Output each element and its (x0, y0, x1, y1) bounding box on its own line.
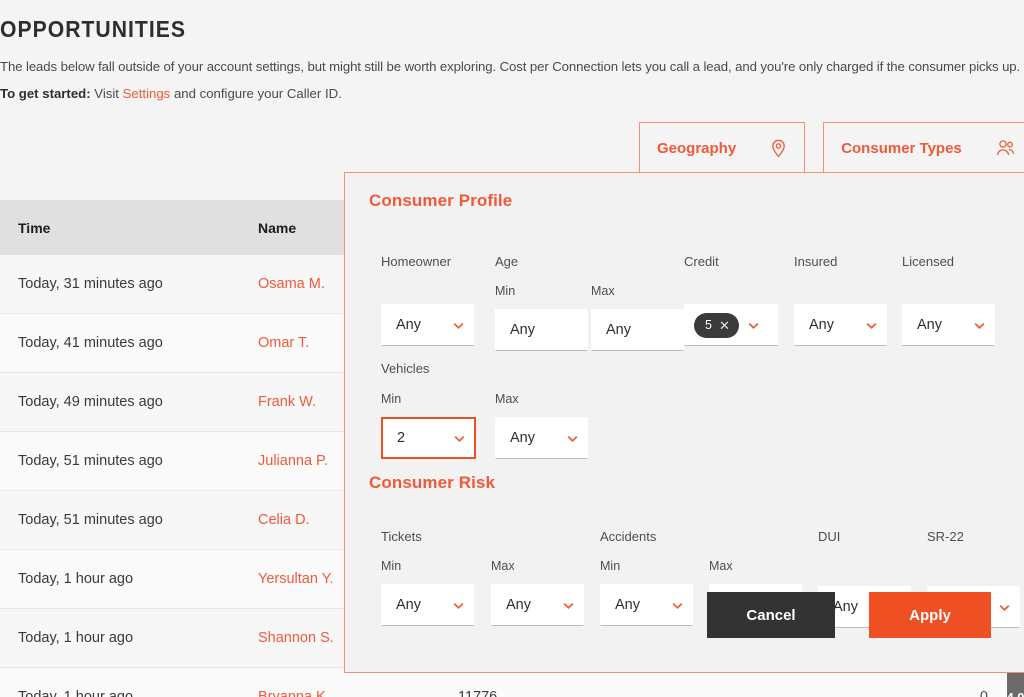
insured-value: Any (809, 317, 834, 333)
age-max-value: Any (606, 322, 631, 338)
field-licensed: Licensed Any (902, 254, 995, 346)
get-started-post: and configure your Caller ID. (170, 86, 342, 101)
get-started-line: To get started: Visit Settings and confi… (0, 85, 1024, 103)
age-min-value: Any (510, 322, 535, 338)
field-vehicles-min-label: Min (381, 392, 402, 406)
page-title: OPPORTUNITIES (0, 16, 186, 42)
field-vehicles: Vehicles (381, 361, 429, 376)
chevron-down-icon (866, 322, 877, 329)
field-age-min: Min Any (495, 284, 588, 351)
insured-select[interactable]: Any (794, 304, 887, 346)
field-licensed-label: Licensed (902, 254, 955, 269)
tab-consumer-types-label: Consumer Types (841, 139, 962, 157)
chevron-down-icon (567, 435, 578, 442)
licensed-value: Any (917, 317, 942, 333)
field-tickets-max-label: Max (491, 559, 515, 573)
settings-link[interactable]: Settings (123, 86, 171, 101)
field-insured-label: Insured (794, 254, 838, 269)
field-accidents-label: Accidents (600, 529, 657, 544)
field-age-max-label: Max (591, 284, 615, 298)
field-vehicles-min: Min 2 (381, 392, 476, 459)
vehicles-max-value: Any (510, 430, 535, 446)
page-header: OPPORTUNITIES The leads below fall outsi… (0, 0, 1024, 103)
consumer-risk-title: Consumer Risk (369, 473, 496, 492)
field-accidents-min-label: Min (600, 559, 621, 573)
cell-name[interactable]: Bryanna K. (258, 689, 458, 697)
field-dui-label: DUI (818, 529, 841, 544)
cell-time: Today, 41 minutes ago (18, 335, 163, 351)
cell-time: Today, 51 minutes ago (18, 453, 163, 469)
cell-time: Today, 31 minutes ago (18, 276, 163, 292)
opportunities-page: OPPORTUNITIES The leads below fall outsi… (0, 0, 1024, 697)
chevron-down-icon (454, 435, 465, 442)
filter-tabs: Geography Consumer Types (639, 122, 1024, 174)
apply-button[interactable]: Apply (869, 592, 991, 638)
field-credit-label: Credit (684, 254, 719, 269)
vehicles-min-value: 2 (397, 430, 406, 446)
page-description: The leads below fall outside of your acc… (0, 59, 1024, 74)
cancel-button[interactable]: Cancel (707, 592, 835, 638)
chevron-down-icon (974, 322, 985, 329)
homeowner-select[interactable]: Any (381, 304, 474, 346)
tab-geography-label: Geography (657, 139, 737, 157)
cell-time: Today, 1 hour ago (18, 630, 134, 646)
tab-consumer-types[interactable]: Consumer Types (823, 122, 1024, 174)
homeowner-value: Any (396, 317, 421, 333)
field-vehicles-max-label: Max (495, 392, 519, 406)
field-age-label: Age (495, 254, 519, 269)
vehicles-min-select[interactable]: 2 (381, 417, 476, 459)
cell-time: Today, 1 hour ago (18, 571, 134, 587)
filter-modal: Consumer Profile Homeowner Any Age Min A… (344, 172, 1024, 673)
field-vehicles-max: Max Any (495, 392, 588, 459)
credit-chip-remove-icon[interactable]: ✕ (719, 319, 730, 332)
credit-chip: 5 ✕ (694, 312, 739, 338)
people-icon (996, 139, 1015, 157)
field-sr22-label: SR-22 (927, 529, 964, 544)
field-age-max: Max Any (591, 284, 684, 351)
cell-zip: 11776 (458, 689, 498, 697)
consumer-profile-title: Consumer Profile (369, 191, 513, 210)
modal-footer: Cancel Apply (345, 576, 1024, 672)
cell-time: Today, 51 minutes ago (18, 512, 163, 528)
field-age-min-label: Min (495, 284, 516, 298)
cell-time: Today, 1 hour ago (18, 689, 134, 697)
get-started-label: To get started: (0, 86, 91, 101)
field-age: Age (495, 254, 518, 269)
field-tickets-min-label: Min (381, 559, 402, 573)
licensed-select[interactable]: Any (902, 304, 995, 346)
consumer-profile-fields: Homeowner Any Age Min Any Max Any Credit… (369, 211, 1011, 361)
cell-time: Today, 49 minutes ago (18, 394, 163, 410)
field-accidents-max-label: Max (709, 559, 733, 573)
map-pin-icon (770, 139, 787, 158)
age-max-input[interactable]: Any (591, 309, 684, 351)
get-started-pre: Visit (90, 86, 123, 101)
credit-chip-value: 5 (705, 318, 712, 332)
vehicles-fields: Vehicles Min 2 Max Any (369, 361, 1011, 473)
field-tickets: Tickets (381, 529, 422, 544)
chevron-down-icon (748, 322, 759, 329)
chevron-down-icon (453, 322, 464, 329)
column-header-time: Time (18, 219, 51, 236)
vehicles-max-select[interactable]: Any (495, 417, 588, 459)
cell-num: 0 (979, 689, 988, 697)
field-accidents: Accidents (600, 529, 656, 544)
field-homeowner-label: Homeowner (381, 254, 452, 269)
field-tickets-label: Tickets (381, 529, 422, 544)
age-min-input[interactable]: Any (495, 309, 588, 351)
field-insured: Insured Any (794, 254, 887, 346)
field-homeowner: Homeowner Any (381, 254, 474, 346)
field-vehicles-label: Vehicles (381, 361, 430, 376)
credit-select[interactable]: 5 ✕ (684, 304, 778, 346)
field-credit: Credit 5 ✕ (684, 254, 778, 346)
tab-geography[interactable]: Geography (639, 122, 806, 174)
